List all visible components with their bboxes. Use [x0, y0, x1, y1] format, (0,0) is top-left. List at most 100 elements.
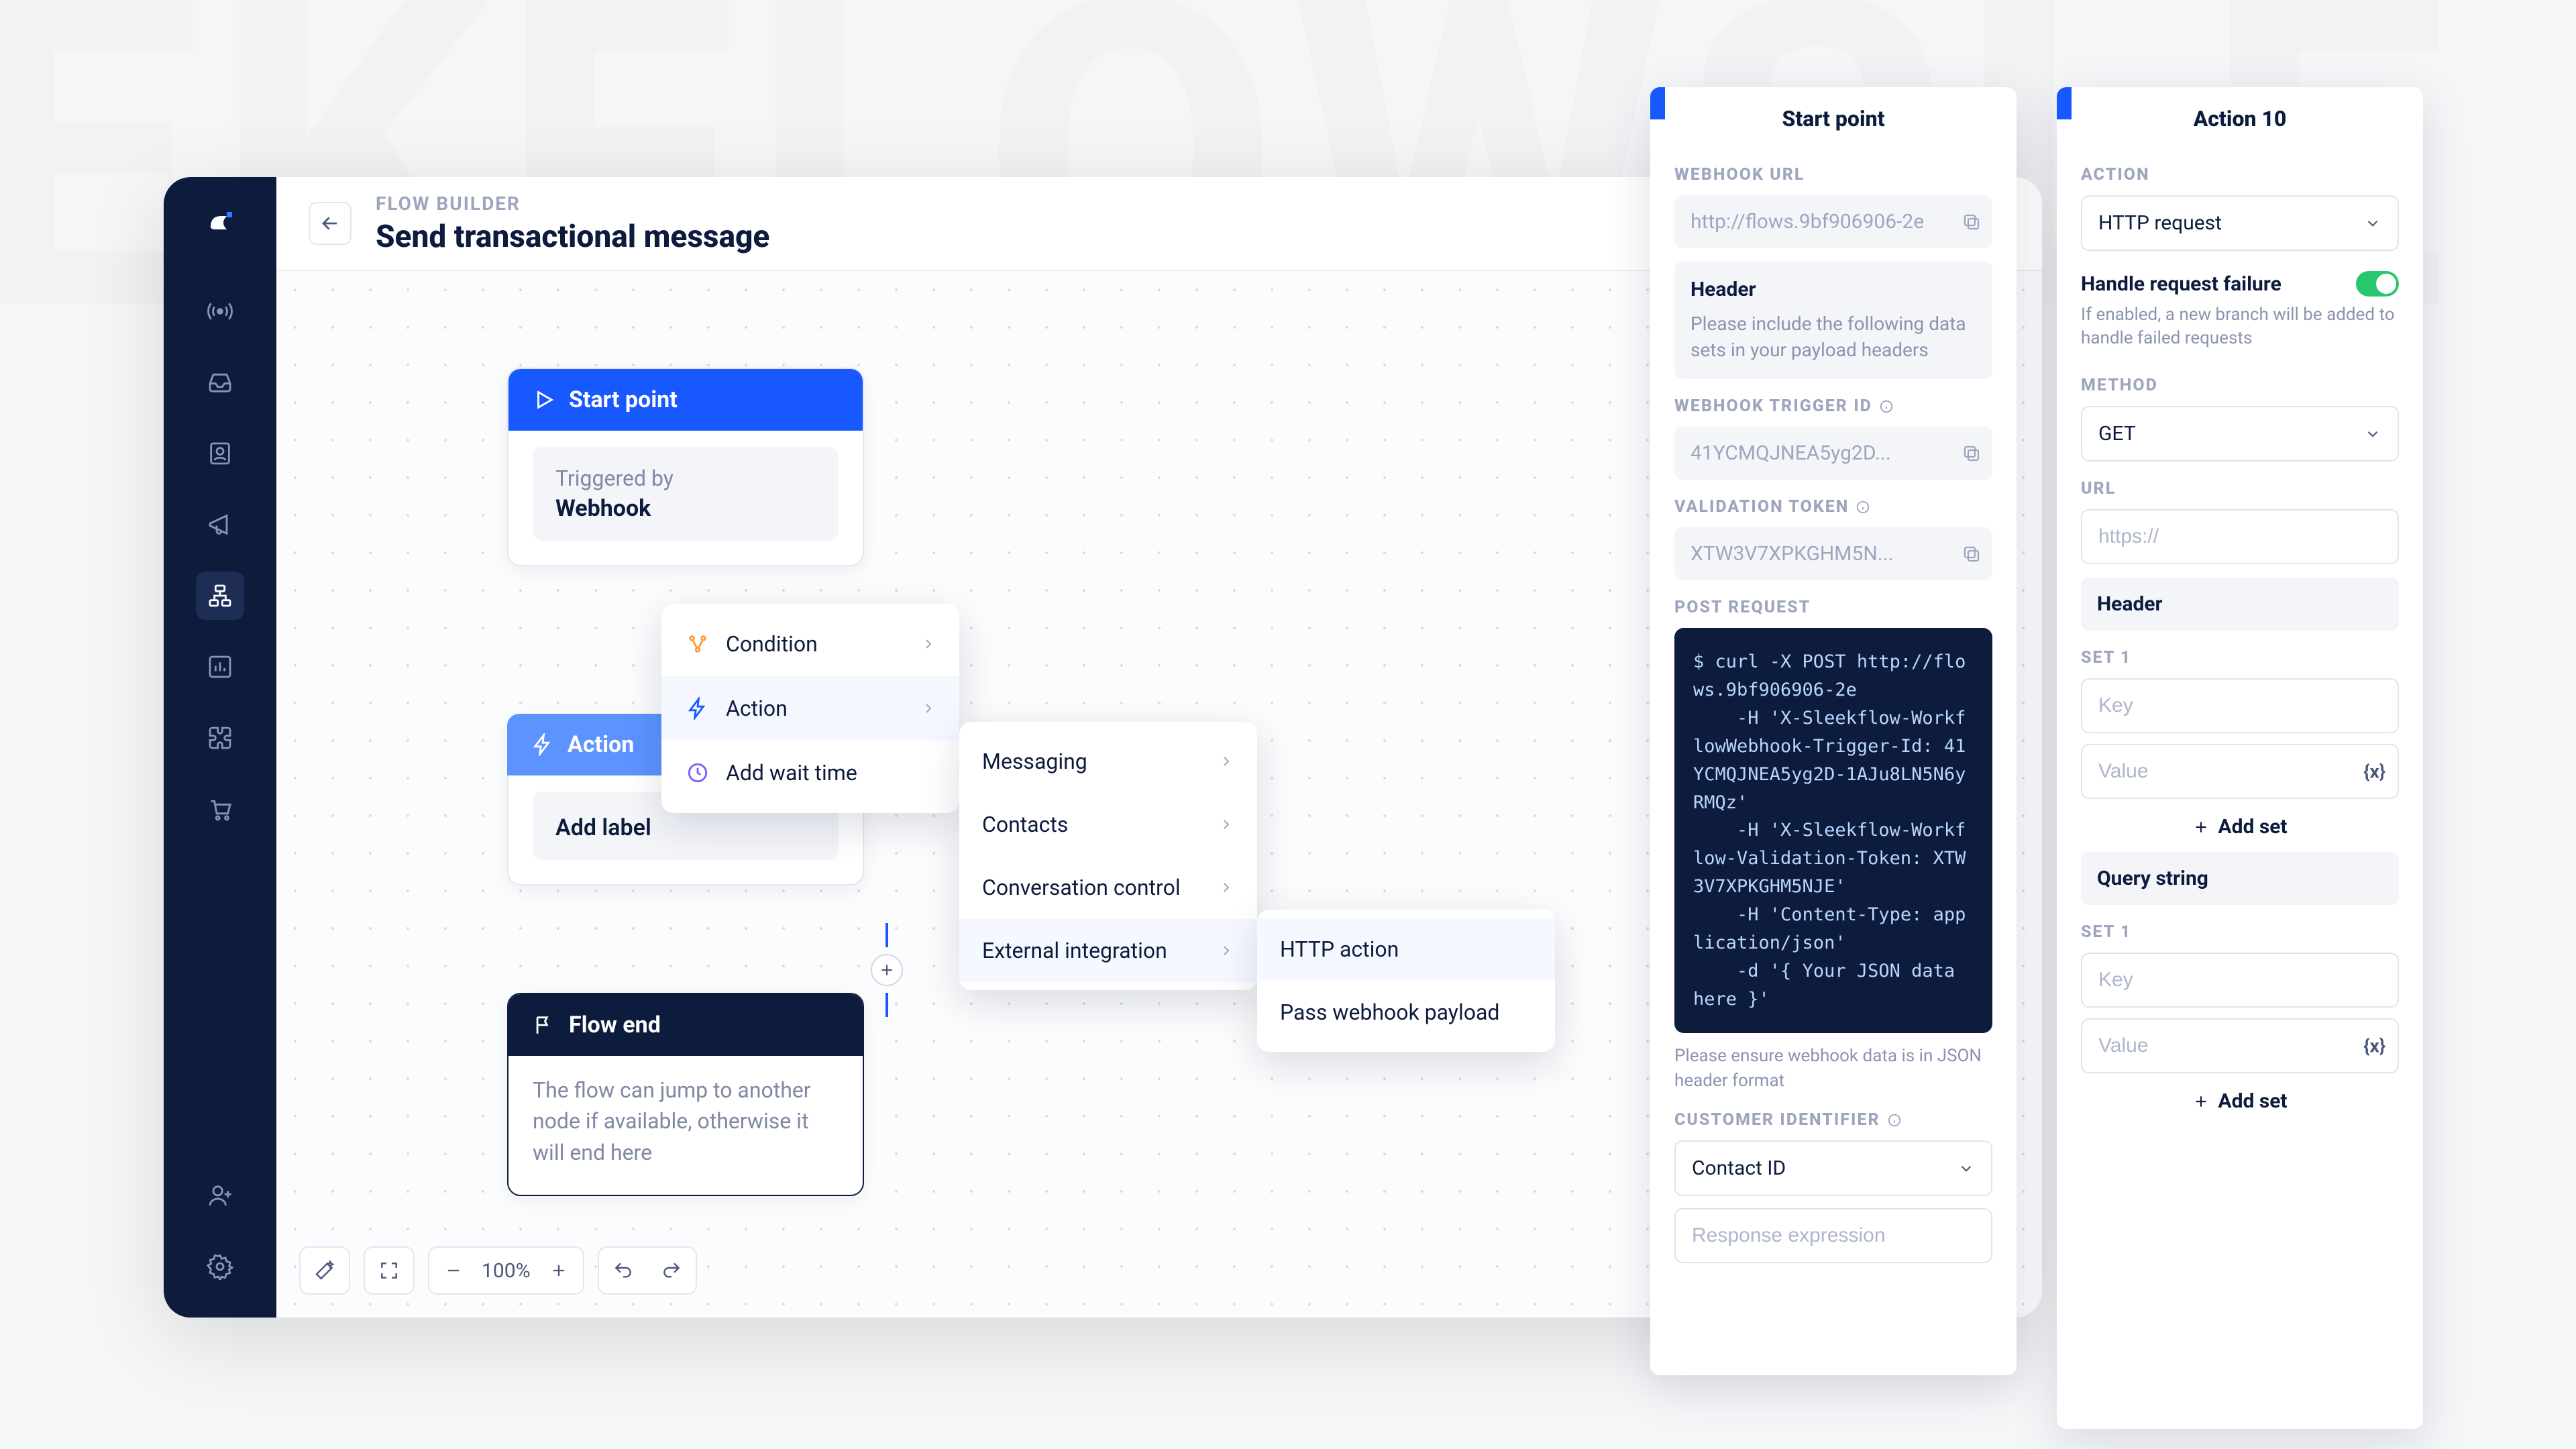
copy-icon[interactable]: [1962, 544, 1982, 564]
webhook-url-field: http://flows.9bf906906-2e: [1674, 195, 1992, 248]
handle-failure-help: If enabled, a new branch will be added t…: [2081, 303, 2399, 350]
chevron-right-icon: [920, 700, 936, 716]
response-expression-input[interactable]: [1674, 1208, 1992, 1263]
menu-item-wait[interactable]: Add wait time: [661, 741, 959, 805]
header-box-desc: Please include the following data sets i…: [1690, 311, 1976, 363]
chevron-right-icon: [1218, 753, 1234, 769]
menu-item-condition-label: Condition: [726, 631, 818, 657]
node-end-header: Flow end: [508, 994, 863, 1056]
back-button[interactable]: [309, 202, 352, 245]
redo-button[interactable]: [647, 1246, 696, 1295]
magic-wand-button[interactable]: [301, 1246, 349, 1295]
header-section-title: Header: [2081, 578, 2399, 631]
sidebar-item-analytics[interactable]: [196, 643, 244, 691]
sidebar-item-commerce[interactable]: [196, 785, 244, 833]
curl-code-block: $ curl -X POST http://flows.9bf906906-2e…: [1674, 628, 1992, 1033]
customer-identifier-select[interactable]: Contact ID: [1674, 1140, 1992, 1196]
query-section-title: Query string: [2081, 852, 2399, 905]
menu-item-external[interactable]: External integration: [959, 919, 1257, 982]
add-header-set-button[interactable]: Add set: [2081, 815, 2399, 839]
action-label: ACTION: [2081, 165, 2399, 184]
url-input[interactable]: [2081, 509, 2399, 564]
node-end[interactable]: Flow end The flow can jump to another no…: [507, 993, 864, 1196]
header-key-input[interactable]: [2081, 678, 2399, 733]
validation-token-field: XTW3V7XPKGHM5N...: [1674, 527, 1992, 580]
sidebar-bottom: [196, 1171, 244, 1291]
method-label: METHOD: [2081, 376, 2399, 395]
zoom-in-button[interactable]: [535, 1246, 583, 1295]
menu-item-messaging[interactable]: Messaging: [959, 730, 1257, 793]
trigger-id-field: 41YCMQJNEA5yg2D...: [1674, 427, 1992, 480]
triggered-by-label: Triggered by: [555, 466, 816, 491]
post-request-label: POST REQUEST: [1674, 598, 1992, 617]
handle-failure-label: Handle request failure: [2081, 272, 2282, 296]
action-config-panel: Action 10 ACTION HTTP request Handle req…: [2057, 87, 2423, 1429]
copy-icon[interactable]: [1962, 212, 1982, 232]
validation-token-label: VALIDATION TOKEN: [1674, 497, 1992, 517]
undo-button[interactable]: [599, 1246, 647, 1295]
handle-failure-toggle[interactable]: [2356, 271, 2399, 297]
canvas-toolbar: 100%: [299, 1246, 697, 1295]
menu-item-conversation[interactable]: Conversation control: [959, 856, 1257, 919]
node-start-title: Start point: [569, 386, 678, 413]
url-label: URL: [2081, 479, 2399, 498]
sidebar-item-integrations[interactable]: [196, 714, 244, 762]
page-title: Send transactional message: [376, 219, 769, 255]
copy-icon[interactable]: [1962, 443, 1982, 464]
header-box-title: Header: [1690, 278, 1976, 301]
insert-variable-button[interactable]: {x}: [2363, 1035, 2385, 1057]
menu-item-wait-label: Add wait time: [726, 760, 857, 786]
sidebar-item-inbox[interactable]: [196, 358, 244, 407]
add-node-button[interactable]: [871, 954, 903, 986]
method-select[interactable]: GET: [2081, 406, 2399, 462]
chevron-right-icon: [1218, 879, 1234, 896]
sidebar-nav: [196, 287, 244, 833]
chevron-right-icon: [920, 636, 936, 652]
node-end-title: Flow end: [569, 1012, 661, 1038]
menu-item-action[interactable]: Action: [661, 676, 959, 741]
query-value-input[interactable]: [2081, 1018, 2399, 1073]
header-set-1-label: SET 1: [2081, 648, 2399, 667]
query-set-1-label: SET 1: [2081, 922, 2399, 942]
action-type-select[interactable]: HTTP request: [2081, 195, 2399, 251]
sidebar-item-invite[interactable]: [196, 1171, 244, 1220]
node-start[interactable]: Start point Triggered by Webhook: [507, 368, 864, 566]
clock-icon: [684, 759, 711, 786]
breadcrumb: FLOW BUILDER: [376, 193, 769, 215]
menu-item-condition[interactable]: Condition: [661, 612, 959, 676]
header-value-input[interactable]: [2081, 744, 2399, 799]
step-type-menu: Condition Action Add wait time: [661, 604, 959, 813]
chevron-right-icon: [1218, 943, 1234, 959]
insert-variable-button[interactable]: {x}: [2363, 761, 2385, 783]
menu-item-pass-payload[interactable]: Pass webhook payload: [1257, 981, 1555, 1044]
node-start-trigger: Triggered by Webhook: [533, 447, 839, 541]
node-end-description: The flow can jump to another node if ava…: [508, 1056, 863, 1195]
sidebar-item-flow[interactable]: [196, 572, 244, 620]
node-action-title: Action: [568, 731, 634, 758]
code-note: Please ensure webhook data is in JSON he…: [1674, 1044, 1992, 1093]
sidebar-item-broadcast[interactable]: [196, 500, 244, 549]
query-key-input[interactable]: [2081, 953, 2399, 1008]
menu-item-http-action[interactable]: HTTP action: [1257, 918, 1555, 981]
chevron-right-icon: [1218, 816, 1234, 833]
sidebar-item-contacts[interactable]: [196, 429, 244, 478]
add-node-connector: [871, 923, 903, 1017]
action-category-menu: Messaging Contacts Conversation control …: [959, 722, 1257, 990]
fullscreen-button[interactable]: [365, 1246, 413, 1295]
sidebar-item-live[interactable]: [196, 287, 244, 335]
sidebar: [164, 177, 276, 1318]
start-panel-title: Start point: [1650, 87, 2017, 148]
add-query-set-button[interactable]: Add set: [2081, 1089, 2399, 1113]
app-logo[interactable]: [204, 207, 236, 239]
customer-identifier-label: CUSTOMER IDENTIFIER: [1674, 1110, 1992, 1130]
condition-icon: [684, 631, 711, 657]
node-start-header: Start point: [508, 369, 863, 431]
menu-item-contacts[interactable]: Contacts: [959, 793, 1257, 856]
menu-item-action-label: Action: [726, 696, 788, 721]
zoom-level: 100%: [478, 1259, 535, 1283]
trigger-id-label: WEBHOOK TRIGGER ID: [1674, 396, 1992, 416]
zoom-out-button[interactable]: [429, 1246, 478, 1295]
action-panel-title: Action 10: [2057, 87, 2423, 148]
sidebar-item-settings[interactable]: [196, 1242, 244, 1291]
action-icon: [684, 695, 711, 722]
